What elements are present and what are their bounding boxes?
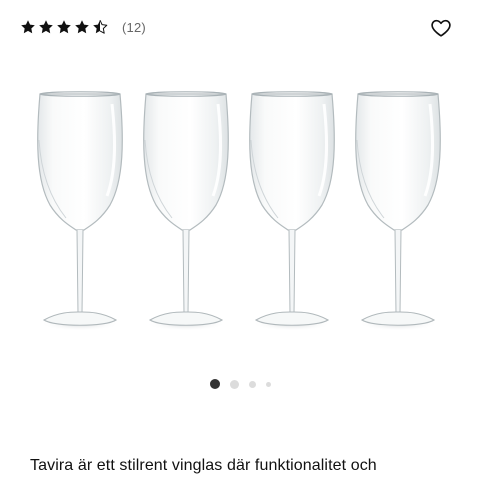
pagination-dot[interactable] [265,381,271,387]
star-full-icon [75,20,89,34]
pagination-dot[interactable] [229,379,239,389]
product-rating[interactable]: (12) [20,17,146,37]
pagination-dot[interactable] [248,380,256,388]
star-full-icon [39,20,53,34]
pagination-dot-active[interactable] [209,379,220,389]
review-count[interactable]: (12) [122,20,146,35]
rating-stars [20,19,108,35]
star-half-icon [93,19,108,34]
product-image-gallery[interactable] [0,80,480,345]
wine-glasses-image [36,90,442,333]
heart-outline-icon[interactable] [430,17,452,39]
product-description: Tavira är ett stilrent vinglas där funkt… [30,457,377,474]
gallery-pagination [0,379,480,389]
star-full-icon [21,20,35,34]
star-full-icon [57,20,71,34]
